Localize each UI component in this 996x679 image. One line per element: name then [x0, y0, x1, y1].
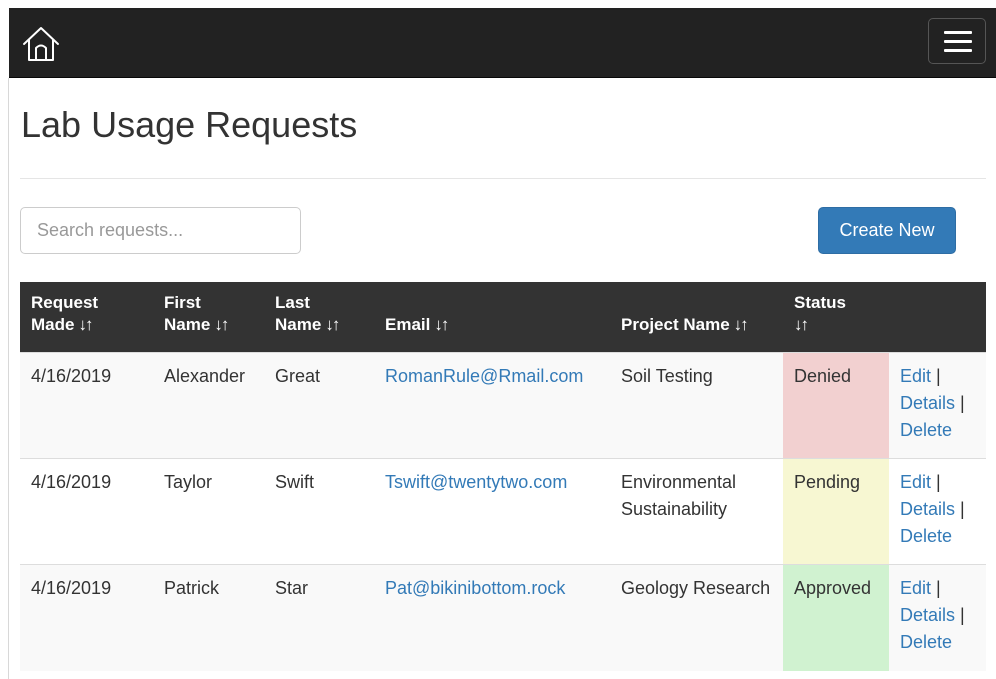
- hamburger-menu-icon: [944, 31, 972, 34]
- action-separator: |: [936, 472, 941, 492]
- delete-link[interactable]: Delete: [900, 632, 952, 652]
- requests-table: Request Made ↓↑ First Name ↓↑ Last Name ↓↑ …: [20, 282, 986, 671]
- hamburger-menu-icon-bar: [944, 49, 972, 52]
- table-header-row: Request Made ↓↑ First Name ↓↑ Last Name ↓↑ …: [20, 282, 986, 353]
- sort-icon[interactable]: ↓↑: [734, 315, 749, 334]
- cell-actions: Edit | Details | Delete: [889, 564, 986, 671]
- cell-request-date: 4/16/2019: [20, 458, 153, 565]
- sort-icon[interactable]: ↓↑: [214, 315, 229, 334]
- sort-icon[interactable]: ↓↑: [794, 315, 809, 334]
- header-actions: [889, 282, 986, 353]
- top-strip: [0, 0, 996, 8]
- create-new-button[interactable]: Create New: [818, 207, 956, 254]
- header-first-name[interactable]: First Name ↓↑: [153, 282, 264, 353]
- action-separator: |: [936, 366, 941, 386]
- header-email[interactable]: Email ↓↑: [374, 282, 610, 353]
- action-separator: |: [960, 393, 965, 413]
- cell-actions: Edit | Details | Delete: [889, 352, 986, 459]
- cell-project-name: Environmental Sustainability: [610, 458, 783, 565]
- cell-email: RomanRule@Rmail.com: [374, 352, 610, 459]
- status-badge: Denied: [783, 352, 889, 459]
- table-row: 4/16/2019 Alexander Great RomanRule@Rmai…: [20, 352, 986, 459]
- cell-email: Tswift@twentytwo.com: [374, 458, 610, 565]
- cell-project-name: Soil Testing: [610, 352, 783, 459]
- menu-toggle-button[interactable]: [928, 18, 986, 64]
- action-separator: |: [960, 499, 965, 519]
- left-border: [8, 78, 9, 679]
- cell-actions: Edit | Details | Delete: [889, 458, 986, 565]
- search-input[interactable]: [20, 207, 301, 254]
- details-link[interactable]: Details: [900, 499, 955, 519]
- hamburger-menu-icon-bar: [944, 40, 972, 43]
- cell-first-name: Patrick: [153, 564, 264, 671]
- email-link[interactable]: RomanRule@Rmail.com: [385, 366, 583, 386]
- cell-request-date: 4/16/2019: [20, 564, 153, 671]
- page-title: Lab Usage Requests: [21, 104, 358, 145]
- status-badge: Approved: [783, 564, 889, 671]
- action-separator: |: [936, 578, 941, 598]
- navbar: [9, 8, 996, 78]
- cell-request-date: 4/16/2019: [20, 352, 153, 459]
- cell-first-name: Taylor: [153, 458, 264, 565]
- header-last-name[interactable]: Last Name ↓↑: [264, 282, 374, 353]
- cell-email: Pat@bikinibottom.rock: [374, 564, 610, 671]
- email-link[interactable]: Pat@bikinibottom.rock: [385, 578, 565, 598]
- table-row: 4/16/2019 Patrick Star Pat@bikinibottom.…: [20, 564, 986, 671]
- edit-link[interactable]: Edit: [900, 472, 931, 492]
- cell-last-name: Star: [264, 564, 374, 671]
- delete-link[interactable]: Delete: [900, 420, 952, 440]
- header-project-name[interactable]: Project Name ↓↑: [610, 282, 783, 353]
- email-link[interactable]: Tswift@twentytwo.com: [385, 472, 567, 492]
- sort-icon[interactable]: ↓↑: [78, 315, 93, 334]
- edit-link[interactable]: Edit: [900, 578, 931, 598]
- sort-icon[interactable]: ↓↑: [434, 315, 449, 334]
- cell-last-name: Swift: [264, 458, 374, 565]
- details-link[interactable]: Details: [900, 393, 955, 413]
- edit-link[interactable]: Edit: [900, 366, 931, 386]
- sort-icon[interactable]: ↓↑: [325, 315, 340, 334]
- cell-project-name: Geology Research: [610, 564, 783, 671]
- cell-first-name: Alexander: [153, 352, 264, 459]
- status-badge: Pending: [783, 458, 889, 565]
- table-row: 4/16/2019 Taylor Swift Tswift@twentytwo.…: [20, 458, 986, 565]
- home-icon[interactable]: [21, 24, 61, 64]
- delete-link[interactable]: Delete: [900, 526, 952, 546]
- header-status[interactable]: Status ↓↑: [783, 282, 889, 353]
- action-separator: |: [960, 605, 965, 625]
- details-link[interactable]: Details: [900, 605, 955, 625]
- header-request-made[interactable]: Request Made ↓↑: [20, 282, 153, 353]
- title-divider: [20, 178, 986, 179]
- cell-last-name: Great: [264, 352, 374, 459]
